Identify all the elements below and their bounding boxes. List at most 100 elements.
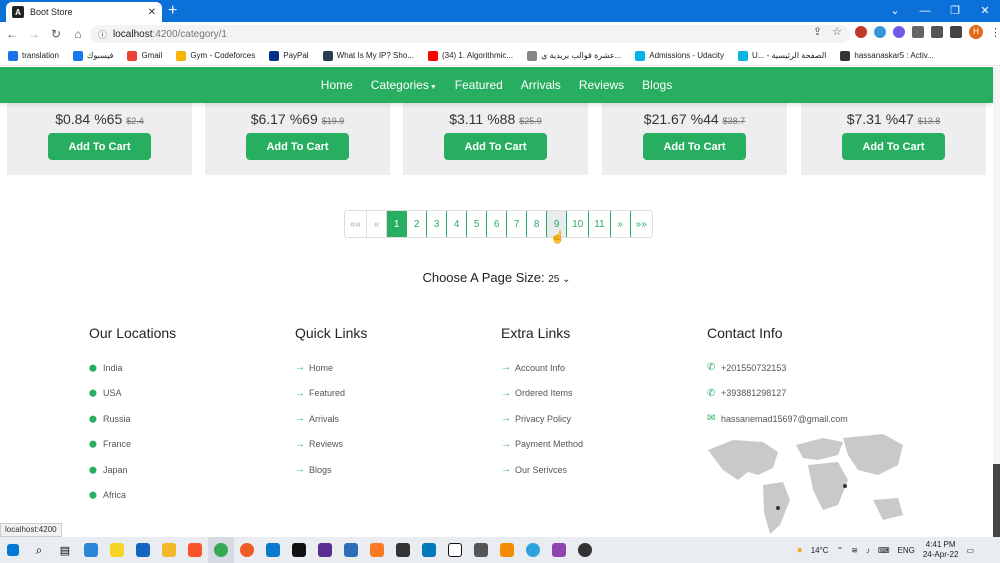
pagination-first[interactable]: ««	[345, 211, 368, 237]
search-icon[interactable]: ⌕	[26, 537, 52, 563]
reload-icon[interactable]: ↻	[46, 27, 66, 41]
restore-icon[interactable]: ❐	[940, 0, 970, 22]
footer-item[interactable]: → Privacy Policy	[501, 406, 583, 432]
keyboard-icon[interactable]: ⌨	[878, 546, 890, 555]
bookmark-item[interactable]: Gmail	[127, 50, 162, 61]
add-to-cart-button[interactable]: Add To Cart	[643, 133, 746, 160]
minimize-icon[interactable]: —	[910, 0, 940, 22]
notion-icon[interactable]	[442, 537, 468, 563]
pagination-page[interactable]: 11	[589, 211, 611, 237]
pagination-page[interactable]: 2	[407, 211, 428, 237]
bookmark-item[interactable]: PayPal	[269, 50, 309, 61]
clock[interactable]: 4:41 PM 24-Apr-22	[923, 540, 959, 560]
task-view-icon[interactable]: ▤	[52, 537, 78, 563]
pagination-prev[interactable]: «	[367, 211, 388, 237]
chevron-up-icon[interactable]: ⌃	[837, 546, 844, 555]
pagination-page[interactable]: 1	[387, 211, 408, 237]
nav-categories[interactable]: Categories▼	[371, 78, 437, 92]
pagination-page[interactable]: 3	[427, 211, 448, 237]
star-icon[interactable]: ☆	[832, 25, 842, 38]
share-icon[interactable]: ⇪	[813, 25, 822, 38]
footer-item[interactable]: → Payment Method	[501, 432, 583, 458]
sidebar-icon[interactable]	[950, 26, 962, 38]
pagination-page[interactable]: 7	[507, 211, 528, 237]
app-icon[interactable]	[312, 537, 338, 563]
footer-item[interactable]: → Account Info	[501, 355, 583, 381]
virtualbox-icon[interactable]	[338, 537, 364, 563]
pagination-page[interactable]: 6	[487, 211, 508, 237]
site-info-icon[interactable]: ⓘ	[98, 28, 107, 41]
xampp-icon[interactable]	[364, 537, 390, 563]
bookmark-item[interactable]: What Is My IP? Sho...	[322, 50, 414, 61]
extension-icon[interactable]	[893, 26, 905, 38]
extension-icon[interactable]	[874, 26, 886, 38]
footer-item[interactable]: → Ordered Items	[501, 381, 583, 407]
media-icon[interactable]	[931, 26, 943, 38]
bookmark-item[interactable]: فيسبوك	[72, 50, 113, 61]
vscode-icon[interactable]	[260, 537, 286, 563]
input-language[interactable]: ENG	[898, 546, 915, 555]
profile-avatar[interactable]: H	[969, 25, 983, 39]
sticky-notes-icon[interactable]	[104, 537, 130, 563]
back-arrow-icon[interactable]: ←	[2, 27, 22, 41]
trello-icon[interactable]	[416, 537, 442, 563]
footer-item[interactable]: → Blogs	[295, 457, 367, 483]
app-icon[interactable]	[546, 537, 572, 563]
menu-kebab-icon[interactable]: ⋮	[990, 26, 1000, 39]
mail-icon[interactable]	[130, 537, 156, 563]
browser-tab[interactable]: A Boot Store ✕	[6, 2, 162, 22]
home-icon[interactable]: ⌂	[68, 27, 88, 41]
notification-icon[interactable]: ▭	[966, 546, 974, 555]
sc-icon[interactable]	[390, 537, 416, 563]
close-window-icon[interactable]: ✕	[970, 0, 1000, 22]
footer-item[interactable]: → Home	[295, 355, 367, 381]
volume-icon[interactable]: ♪	[866, 546, 870, 555]
bookmark-item[interactable]: U... - الصفحة الرئيسية	[737, 50, 826, 61]
telegram-icon[interactable]	[520, 537, 546, 563]
brave-icon[interactable]	[182, 537, 208, 563]
extension-icon[interactable]	[855, 26, 867, 38]
pagination-page[interactable]: 10	[567, 211, 590, 237]
postman-icon[interactable]	[234, 537, 260, 563]
page-size-select[interactable]: 25 ⌄	[548, 274, 570, 285]
bookmark-item[interactable]: (34) 1. Algorithmic...	[427, 50, 513, 61]
bookmark-item[interactable]: Gym - Codeforces	[176, 50, 255, 61]
pagination-page[interactable]: 8	[527, 211, 548, 237]
nav-arrivals[interactable]: Arrivals	[521, 78, 561, 92]
footer-item[interactable]: → Reviews	[295, 432, 367, 458]
pagination-next[interactable]: »	[611, 211, 631, 237]
intellij-icon[interactable]	[286, 537, 312, 563]
nav-reviews[interactable]: Reviews	[579, 78, 624, 92]
footer-item[interactable]: → Featured	[295, 381, 367, 407]
puzzle-icon[interactable]	[912, 26, 924, 38]
footer-item[interactable]: → Arrivals	[295, 406, 367, 432]
add-to-cart-button[interactable]: Add To Cart	[444, 133, 547, 160]
bookmark-item[interactable]: Admissions - Udacity	[635, 50, 724, 61]
vlc-icon[interactable]	[494, 537, 520, 563]
bookmark-item[interactable]: عشرة قوالب بريدية ي...	[527, 50, 621, 61]
bookmark-item[interactable]: translation	[8, 50, 59, 61]
app-icon[interactable]	[572, 537, 598, 563]
file-explorer-icon[interactable]	[156, 537, 182, 563]
pagination-last[interactable]: »»	[631, 211, 652, 237]
store-icon[interactable]	[78, 537, 104, 563]
weather-icon[interactable]: ●	[797, 545, 803, 556]
new-tab-button[interactable]: +	[168, 1, 177, 21]
address-bar[interactable]: ⓘ localhost :4200/category/1 ⇪ ☆	[90, 25, 850, 43]
add-to-cart-button[interactable]: Add To Cart	[246, 133, 349, 160]
chrome-icon[interactable]	[208, 537, 234, 563]
weather-temp[interactable]: 14°C	[811, 546, 829, 555]
chevron-down-icon[interactable]: ⌄	[880, 0, 910, 22]
bookmark-item[interactable]: hassanaskar5 : Activ...	[840, 50, 934, 61]
nav-featured[interactable]: Featured	[455, 78, 503, 92]
footer-item[interactable]: → Our Serivces	[501, 457, 583, 483]
page-scrollbar[interactable]	[993, 67, 1000, 563]
wifi-icon[interactable]: ≋	[851, 546, 858, 555]
nav-home[interactable]: Home	[321, 78, 353, 92]
add-to-cart-button[interactable]: Add To Cart	[842, 133, 945, 160]
pagination-page[interactable]: 5	[467, 211, 488, 237]
pagination-page[interactable]: 4	[447, 211, 468, 237]
add-to-cart-button[interactable]: Add To Cart	[48, 133, 151, 160]
app-icon[interactable]	[468, 537, 494, 563]
close-tab-icon[interactable]: ✕	[148, 7, 156, 18]
